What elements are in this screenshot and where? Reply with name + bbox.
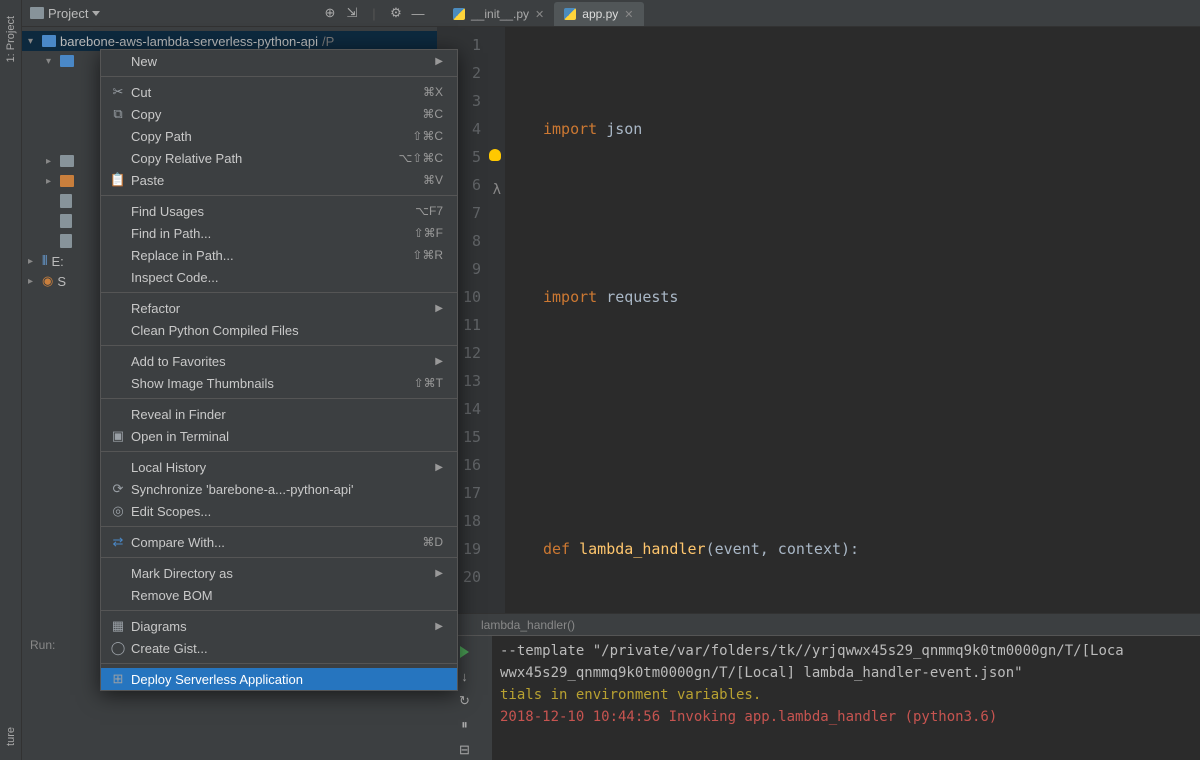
project-header: Project ⊕ ⇲ | ⚙ — — [22, 0, 437, 27]
editor-tabs: __init__.py ✕ app.py ✕ — [437, 0, 1200, 27]
menu-show-thumbnails[interactable]: Show Image Thumbnails⇧⌘T — [101, 372, 457, 394]
run-label: Run: — [30, 638, 55, 652]
caret-right-icon: ▸ — [46, 156, 56, 167]
python-icon — [564, 8, 576, 20]
gear-icon[interactable]: ⚙ — [385, 2, 407, 24]
structure-tool-tab[interactable]: ture — [3, 721, 19, 752]
menu-copy[interactable]: ⧉Copy⌘C — [101, 103, 457, 125]
locate-icon[interactable]: ⊕ — [319, 2, 341, 24]
folder-icon — [60, 55, 74, 67]
folder-icon — [42, 35, 56, 47]
caret-down-icon: ▾ — [28, 36, 38, 47]
pause-button[interactable]: ⏸ — [454, 715, 476, 735]
tree-label: S — [57, 274, 66, 289]
tab-app[interactable]: app.py ✕ — [554, 2, 643, 26]
menu-add-favorites[interactable]: Add to Favorites▶ — [101, 350, 457, 372]
menu-cut[interactable]: ✂Cut⌘X — [101, 81, 457, 103]
menu-edit-scopes[interactable]: ◎Edit Scopes... — [101, 500, 457, 522]
close-icon[interactable]: ✕ — [535, 8, 544, 21]
tab-init[interactable]: __init__.py ✕ — [443, 2, 554, 26]
collapse-icon[interactable]: ⇲ — [341, 2, 363, 24]
menu-open-terminal[interactable]: ▣Open in Terminal — [101, 425, 457, 447]
caret-down-icon: ▾ — [46, 56, 56, 67]
close-icon[interactable]: ✕ — [624, 8, 633, 21]
caret-right-icon: ▸ — [46, 176, 56, 187]
menu-paste[interactable]: 📋Paste⌘V — [101, 169, 457, 191]
left-rail: 1: Project ture — [0, 0, 22, 760]
file-icon — [60, 194, 72, 208]
menu-reveal-finder[interactable]: Reveal in Finder — [101, 403, 457, 425]
menu-compare-with[interactable]: ⇄Compare With...⌘D — [101, 531, 457, 553]
project-view-selector[interactable]: Project — [30, 6, 100, 21]
menu-synchronize[interactable]: ⟳Synchronize 'barebone-a...-python-api' — [101, 478, 457, 500]
folder-icon — [60, 155, 74, 167]
filter-button[interactable]: ⊟ — [454, 740, 476, 760]
lambda-icon[interactable]: λ — [493, 176, 501, 204]
menu-inspect-code[interactable]: Inspect Code... — [101, 266, 457, 288]
settings-divider: | — [363, 2, 385, 24]
caret-right-icon: ▸ — [28, 256, 38, 267]
menu-deploy-serverless[interactable]: ⊞Deploy Serverless Application — [101, 668, 457, 690]
scope-icon: ◎ — [109, 503, 127, 519]
diagram-icon: ▦ — [109, 618, 127, 634]
project-panel: Project ⊕ ⇲ | ⚙ — ▾ barebone-aws-lambda-… — [22, 0, 437, 760]
python-icon — [453, 8, 465, 20]
caret-right-icon: ▸ — [28, 276, 38, 287]
menu-diagrams[interactable]: ▦Diagrams▶ — [101, 615, 457, 637]
folder-icon — [30, 7, 44, 19]
run-output[interactable]: --template "/private/var/folders/tk//yrj… — [492, 636, 1200, 760]
folder-icon — [60, 175, 74, 187]
lightbulb-icon[interactable] — [489, 149, 501, 161]
menu-remove-bom[interactable]: Remove BOM — [101, 584, 457, 606]
menu-replace-in-path[interactable]: Replace in Path...⇧⌘R — [101, 244, 457, 266]
github-icon: ◯ — [109, 640, 127, 656]
file-icon — [60, 234, 72, 248]
tree-root-path: /P — [322, 34, 334, 49]
run-panel: ↓ ↻ ⏸ ⊟ --template "/private/var/folders… — [437, 635, 1200, 760]
menu-copy-path[interactable]: Copy Path⇧⌘C — [101, 125, 457, 147]
context-menu: New▶ ✂Cut⌘X ⧉Copy⌘C Copy Path⇧⌘C Copy Re… — [100, 49, 458, 691]
tab-label: __init__.py — [471, 7, 529, 21]
chevron-down-icon — [92, 11, 100, 16]
menu-clean-python[interactable]: Clean Python Compiled Files — [101, 319, 457, 341]
breadcrumb[interactable]: lambda_handler() — [437, 613, 1200, 635]
menu-new[interactable]: New▶ — [101, 50, 457, 72]
deploy-icon: ⊞ — [109, 671, 127, 687]
compare-icon: ⇄ — [109, 534, 127, 550]
hide-icon[interactable]: — — [407, 2, 429, 24]
menu-local-history[interactable]: Local History▶ — [101, 456, 457, 478]
sync-icon: ⟳ — [109, 481, 127, 497]
project-tool-tab[interactable]: 1: Project — [3, 10, 19, 68]
menu-mark-directory[interactable]: Mark Directory as▶ — [101, 562, 457, 584]
tree-root[interactable]: ▾ barebone-aws-lambda-serverless-python-… — [22, 31, 437, 51]
menu-refactor[interactable]: Refactor▶ — [101, 297, 457, 319]
file-icon — [60, 214, 72, 228]
menu-find-usages[interactable]: Find Usages⌥F7 — [101, 200, 457, 222]
code-editor[interactable]: 1234 5 6λ 78910 11121314 15161718 1920 i… — [437, 27, 1200, 613]
tree-root-label: barebone-aws-lambda-serverless-python-ap… — [60, 34, 318, 49]
menu-copy-rel-path[interactable]: Copy Relative Path⌥⇧⌘C — [101, 147, 457, 169]
tab-label: app.py — [582, 7, 618, 21]
stop-button[interactable]: ↻ — [454, 691, 476, 711]
terminal-icon: ▣ — [109, 428, 127, 444]
clipboard-icon: 📋 — [109, 172, 127, 188]
copy-icon: ⧉ — [109, 106, 127, 122]
project-header-title: Project — [48, 6, 88, 21]
scissors-icon: ✂ — [109, 84, 127, 100]
editor-area: __init__.py ✕ app.py ✕ 1234 5 6λ 78910 111… — [437, 0, 1200, 760]
menu-create-gist[interactable]: ◯Create Gist... — [101, 637, 457, 659]
tree-label: E: — [51, 254, 63, 269]
code-content[interactable]: import json import requests def lambda_h… — [505, 27, 1200, 613]
menu-find-in-path[interactable]: Find in Path...⇧⌘F — [101, 222, 457, 244]
